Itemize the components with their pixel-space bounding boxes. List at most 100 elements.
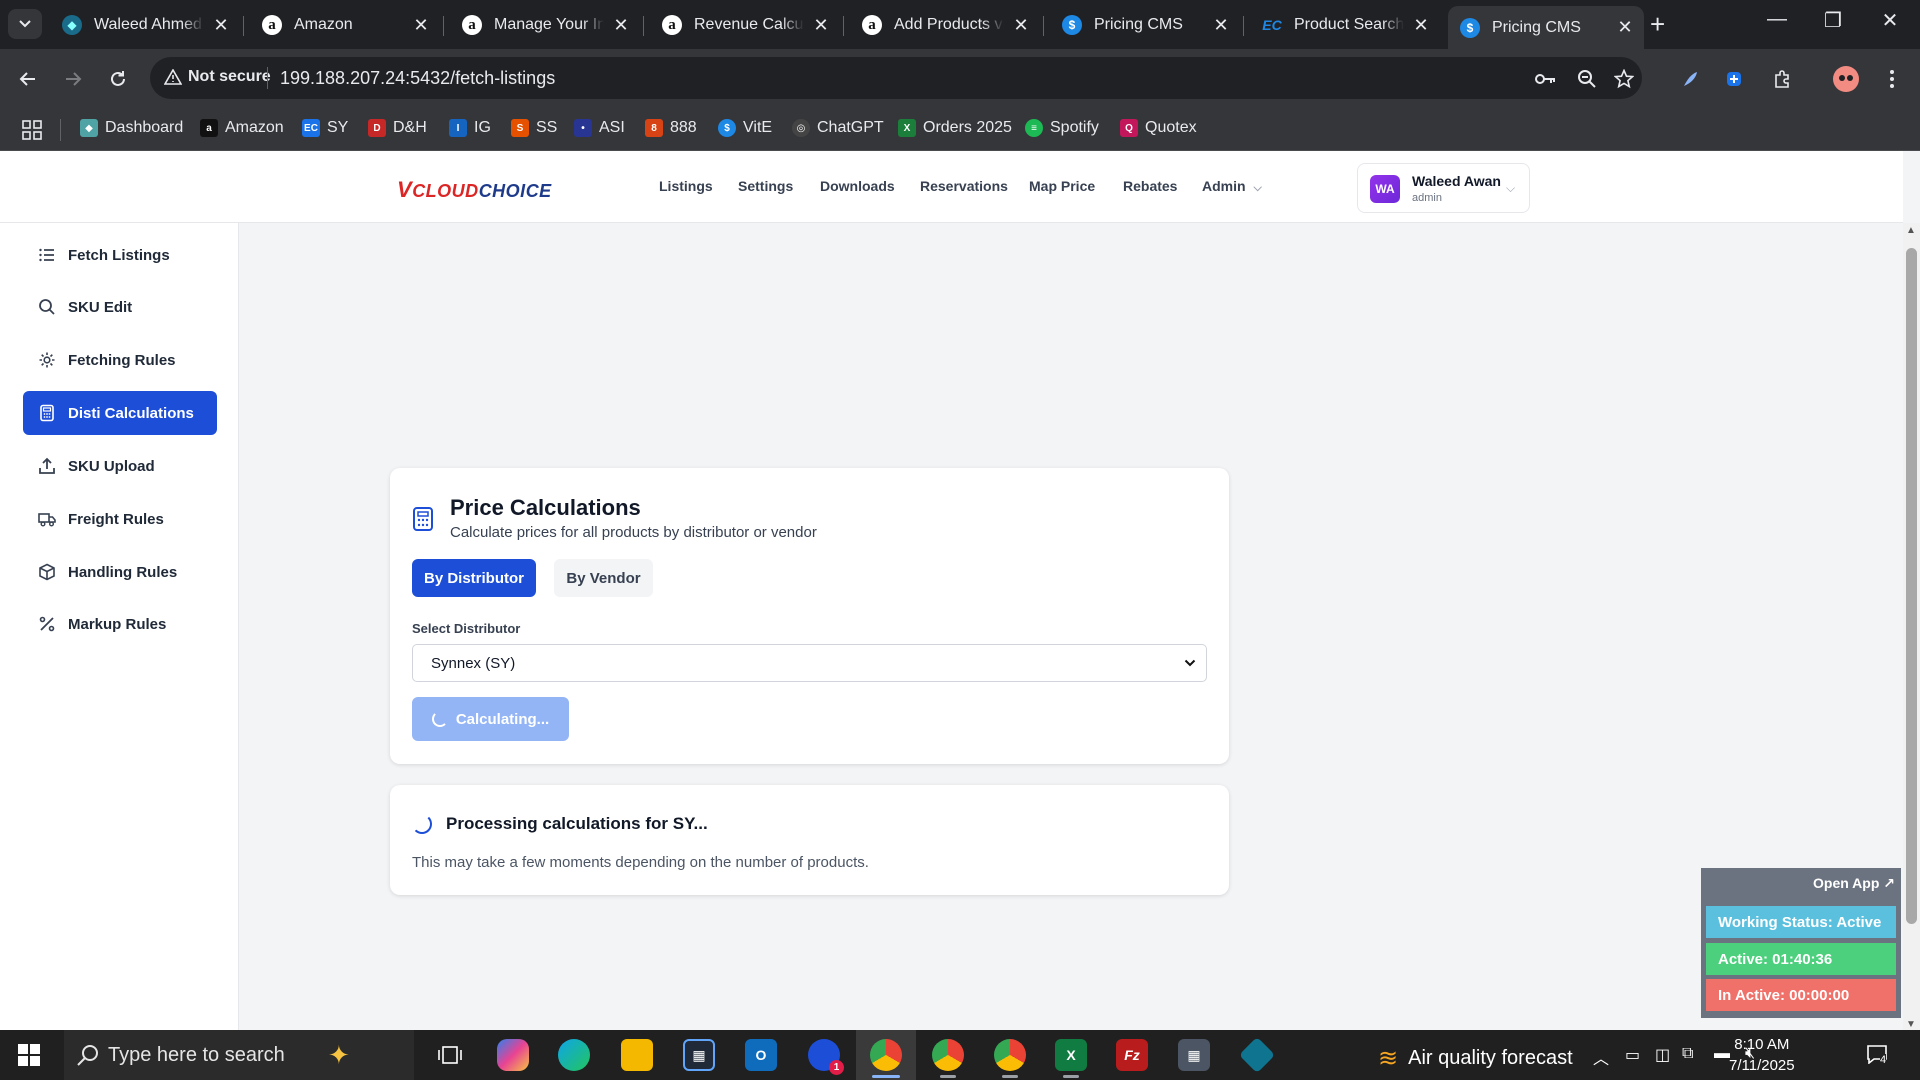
close-icon[interactable]: ✕: [1212, 15, 1230, 36]
bookmark-item[interactable]: X Orders 2025: [898, 119, 1012, 137]
browser-tab[interactable]: ◆ Waleed Ahmed / ✕: [50, 6, 240, 44]
puzzle-extensions-icon[interactable]: [1766, 63, 1798, 95]
nav-reservations[interactable]: Reservations: [920, 178, 1008, 194]
close-icon[interactable]: ✕: [212, 15, 230, 36]
by-distributor-tab[interactable]: By Distributor: [412, 559, 536, 597]
file-explorer-icon[interactable]: [621, 1039, 653, 1071]
sidebar-item-sku-edit[interactable]: SKU Edit: [23, 285, 217, 329]
password-key-icon[interactable]: [1534, 67, 1558, 91]
close-icon[interactable]: ✕: [1412, 15, 1430, 36]
system-clock[interactable]: 8:10 AM 7/11/2025: [1729, 1034, 1795, 1076]
bookmark-item[interactable]: Q Quotex: [1120, 119, 1197, 137]
nav-admin[interactable]: Admin ⌵: [1202, 178, 1262, 195]
bookmark-item[interactable]: S SS: [511, 119, 557, 137]
sidebar-item-freight-rules[interactable]: Freight Rules: [23, 497, 217, 541]
browser-tab[interactable]: $ Pricing CMS ✕: [1050, 6, 1240, 44]
bookmark-item[interactable]: D D&H: [368, 119, 427, 137]
copilot-icon[interactable]: [497, 1039, 529, 1071]
close-icon[interactable]: ✕: [412, 15, 430, 36]
chevron-up-icon[interactable]: ︿: [1593, 1045, 1609, 1069]
scrollbar-thumb[interactable]: [1906, 248, 1917, 924]
nav-rebates[interactable]: Rebates: [1123, 178, 1177, 194]
distributor-select[interactable]: Synnex (SY): [412, 644, 1207, 682]
address-bar[interactable]: Not secure 199.188.207.24:5432/fetch-lis…: [150, 57, 1642, 99]
url-text[interactable]: 199.188.207.24:5432/fetch-listings: [280, 68, 555, 89]
browser-tab-active[interactable]: $ Pricing CMS ✕: [1448, 6, 1644, 49]
sidebar-item-fetch-listings[interactable]: Fetch Listings: [23, 233, 217, 277]
plus-extension-icon[interactable]: [1718, 63, 1750, 95]
close-icon[interactable]: ✕: [812, 15, 830, 36]
chrome-profile-icon[interactable]: [994, 1039, 1026, 1071]
bookmark-item[interactable]: • ASI: [574, 119, 625, 137]
bookmark-item[interactable]: $ VitE: [718, 119, 772, 137]
back-button[interactable]: [12, 63, 44, 95]
app-diamond-icon[interactable]: [1238, 1036, 1276, 1074]
browser-tab[interactable]: a Add Products via ✕: [850, 6, 1040, 44]
outlook-icon[interactable]: O: [745, 1039, 777, 1071]
bookmark-label: VitE: [743, 119, 773, 136]
bookmark-item[interactable]: a Amazon: [200, 119, 284, 137]
chrome-profile-icon[interactable]: [932, 1039, 964, 1071]
profile-avatar-icon[interactable]: [1830, 63, 1862, 95]
nav-listings[interactable]: Listings: [659, 178, 713, 194]
chrome-icon[interactable]: [870, 1039, 902, 1071]
more-options-icon[interactable]: [1876, 63, 1908, 95]
page-scrollbar[interactable]: ▲ ▼: [1903, 223, 1920, 1030]
battery-icon[interactable]: ▬: [1714, 1045, 1730, 1063]
restore-button[interactable]: ❐: [1803, 8, 1863, 33]
nav-map-price[interactable]: Map Price: [1029, 178, 1095, 194]
sidebar-item-fetching-rules[interactable]: Fetching Rules: [23, 338, 217, 382]
sidebar-item-disti-calculations[interactable]: Disti Calculations: [23, 391, 217, 435]
task-view-icon[interactable]: [434, 1039, 466, 1071]
filezilla-icon[interactable]: Fz: [1116, 1039, 1148, 1071]
screen-capture-icon[interactable]: ⧉: [1682, 1045, 1693, 1063]
user-menu[interactable]: WA Waleed Awan admin ⌵: [1357, 163, 1530, 213]
forward-button[interactable]: [57, 63, 89, 95]
new-tab-button[interactable]: +: [1650, 10, 1665, 38]
calculate-button[interactable]: Calculating...: [412, 697, 569, 741]
by-vendor-tab[interactable]: By Vendor: [554, 559, 653, 597]
browser-tab[interactable]: EC Product Search F ✕: [1250, 6, 1440, 44]
bookmark-item[interactable]: ◎ ChatGPT: [792, 119, 884, 137]
nav-settings[interactable]: Settings: [738, 178, 793, 194]
bookmark-item[interactable]: I IG: [449, 119, 491, 137]
weather-widget[interactable]: ≋ Air quality forecast: [1378, 1044, 1573, 1073]
sidebar-item-sku-upload[interactable]: SKU Upload: [23, 444, 217, 488]
zoom-icon[interactable]: [1575, 67, 1599, 91]
meet-now-icon[interactable]: ◫: [1655, 1045, 1670, 1065]
edge-browser-icon[interactable]: [558, 1039, 590, 1071]
bookmark-item[interactable]: ≡ Spotify: [1025, 119, 1099, 137]
sidebar-item-handling-rules[interactable]: Handling Rules: [23, 550, 217, 594]
bookmark-item[interactable]: EC SY: [302, 119, 348, 137]
bookmark-star-icon[interactable]: [1612, 67, 1636, 91]
taskbar-search-box[interactable]: Type here to search ✦: [64, 1030, 414, 1080]
window-close-button[interactable]: ✕: [1860, 8, 1920, 33]
scroll-down-icon[interactable]: ▼: [1906, 1019, 1916, 1030]
apps-grid-icon[interactable]: [22, 120, 42, 145]
reload-button[interactable]: [102, 63, 134, 95]
notification-center-icon[interactable]: 4: [1866, 1044, 1888, 1069]
calculator-app-icon[interactable]: ▦: [1178, 1039, 1210, 1071]
open-app-link[interactable]: Open App ↗: [1813, 875, 1895, 892]
feather-extension-icon[interactable]: [1674, 63, 1706, 95]
minimize-button[interactable]: —: [1747, 8, 1807, 31]
scroll-up-icon[interactable]: ▲: [1906, 225, 1916, 236]
browser-tab[interactable]: a Amazon ✕: [250, 6, 440, 44]
display-icon[interactable]: ▭: [1625, 1045, 1640, 1065]
calendar-app-icon[interactable]: 1: [808, 1039, 844, 1075]
close-icon[interactable]: ✕: [1616, 17, 1634, 38]
browser-tab[interactable]: a Revenue Calcula ✕: [650, 6, 840, 44]
nav-downloads[interactable]: Downloads: [820, 178, 895, 194]
close-icon[interactable]: ✕: [1012, 15, 1030, 36]
browser-tab[interactable]: a Manage Your Inv ✕: [450, 6, 640, 44]
security-indicator[interactable]: Not secure: [164, 68, 271, 86]
vcloudchoice-logo[interactable]: VCLOUDCHOICE: [397, 177, 552, 203]
sidebar-item-markup-rules[interactable]: Markup Rules: [23, 602, 217, 646]
excel-icon[interactable]: X: [1055, 1039, 1087, 1071]
close-icon[interactable]: ✕: [612, 15, 630, 36]
microsoft-store-icon[interactable]: ▦: [683, 1039, 715, 1071]
bookmark-item[interactable]: ◆ Dashboard: [80, 119, 183, 137]
bookmark-item[interactable]: 8 888: [645, 119, 697, 137]
windows-start-icon[interactable]: [18, 1044, 40, 1071]
tab-search-button[interactable]: [8, 9, 42, 39]
